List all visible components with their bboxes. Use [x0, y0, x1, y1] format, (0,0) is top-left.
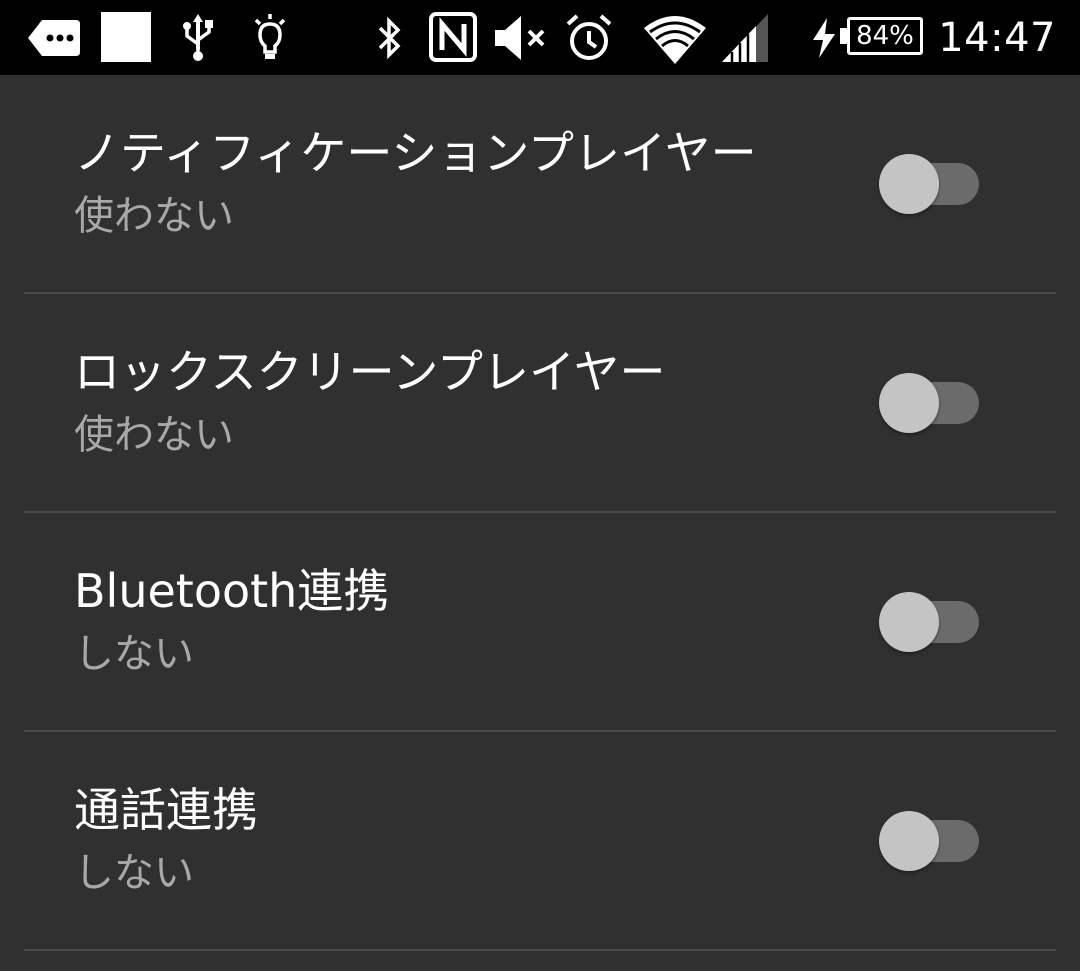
- setting-row-notification-player[interactable]: ノティフィケーションプレイヤー 使わない: [24, 75, 1056, 294]
- setting-title: ロックスクリーンプレイヤー: [74, 345, 666, 399]
- battery-terminal: [840, 28, 847, 44]
- setting-summary: しない: [74, 850, 194, 896]
- wifi-icon: [644, 16, 706, 64]
- settings-screen: 84% 14:47 ノティフィケーションプレイヤー 使わない ロックスクリーンプ…: [0, 0, 1080, 971]
- bluetooth-icon: [378, 16, 401, 60]
- bluetooth-link-toggle[interactable]: [879, 592, 979, 652]
- switch-thumb: [879, 154, 939, 214]
- lockscreen-player-toggle[interactable]: [879, 373, 979, 433]
- setting-title: 通話連携: [74, 783, 258, 837]
- setting-title: Bluetooth連携: [74, 564, 390, 618]
- blank-notification-icon: [101, 12, 151, 62]
- setting-summary: 使わない: [74, 193, 234, 239]
- setting-row-call-link[interactable]: 通話連携 しない: [24, 732, 1056, 951]
- more-notifications-icon: [28, 20, 80, 56]
- call-link-toggle[interactable]: [879, 811, 979, 871]
- usb-icon: [183, 14, 213, 61]
- setting-summary: しない: [74, 631, 194, 677]
- nfc-icon: [429, 12, 477, 62]
- alarm-icon: [566, 14, 612, 60]
- battery-icon: 84%: [847, 17, 923, 55]
- charging-icon: [813, 18, 835, 58]
- status-time: 14:47: [938, 15, 1056, 61]
- switch-thumb: [879, 592, 939, 652]
- settings-list: ノティフィケーションプレイヤー 使わない ロックスクリーンプレイヤー 使わない …: [0, 75, 1080, 951]
- cell-signal-icon: [722, 14, 768, 62]
- status-bar: 84% 14:47: [0, 0, 1080, 75]
- switch-thumb: [879, 811, 939, 871]
- notification-player-toggle[interactable]: [879, 154, 979, 214]
- setting-row-bluetooth-link[interactable]: Bluetooth連携 しない: [24, 513, 1056, 732]
- flashlight-icon: [254, 14, 286, 59]
- switch-thumb: [879, 373, 939, 433]
- setting-title: ノティフィケーションプレイヤー: [74, 126, 757, 180]
- mute-icon: [495, 16, 545, 60]
- setting-summary: 使わない: [74, 412, 234, 458]
- battery-percent: 84%: [856, 21, 914, 51]
- setting-row-lockscreen-player[interactable]: ロックスクリーンプレイヤー 使わない: [24, 294, 1056, 513]
